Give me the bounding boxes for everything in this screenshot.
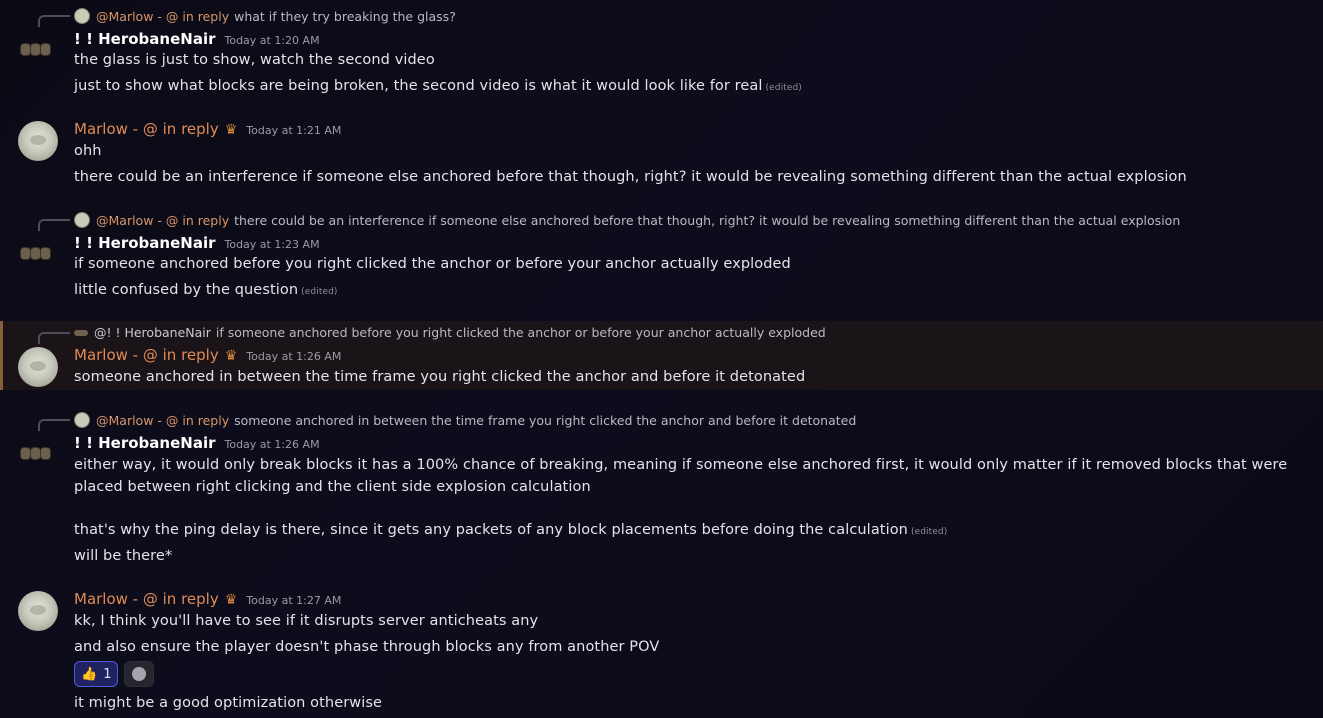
crown-icon: ♛ — [224, 348, 238, 364]
message-text: will be there* — [74, 548, 173, 564]
message-text: the glass is just to show, watch the sec… — [74, 52, 435, 68]
avatar[interactable] — [18, 591, 58, 631]
timestamp: Today at 1:21 AM — [246, 124, 342, 137]
message-text: little confused by the question (edited) — [74, 282, 338, 298]
reply-avatar-icon — [74, 412, 90, 428]
username[interactable]: Marlow - @ in reply — [74, 346, 219, 364]
message-text: kk, I think you'll have to see if it dis… — [74, 613, 539, 629]
avatar-image — [20, 43, 52, 56]
reaction-count: 1 — [103, 666, 112, 682]
avatar[interactable] — [18, 34, 58, 74]
username[interactable]: ! ! HerobaneNair — [74, 30, 215, 48]
message-text: ohh — [74, 143, 102, 159]
add-reaction-button[interactable] — [124, 661, 155, 687]
edited-label: (edited) — [765, 83, 802, 93]
reaction-thumbs-up[interactable]: 👍 1 — [74, 661, 119, 687]
edited-label: (edited) — [910, 527, 948, 537]
edited-label: (edited) — [301, 287, 338, 297]
reply-avatar-icon — [74, 8, 90, 24]
message-author: Marlow - @ in reply ♛ Today at 1:26 AM — [74, 346, 341, 364]
timestamp: Today at 1:23 AM — [224, 238, 320, 251]
smiley-icon — [132, 667, 147, 681]
username[interactable]: ! ! HerobaneNair — [74, 434, 215, 452]
reactions-bar: 👍 1 — [74, 661, 155, 687]
thumbs-up-icon: 👍 — [81, 666, 98, 682]
message-author: ! ! HerobaneNair Today at 1:26 AM — [74, 434, 320, 452]
message-text: it might be a good optimization otherwis… — [74, 695, 383, 711]
avatar[interactable] — [18, 347, 58, 387]
avatar[interactable] — [18, 238, 58, 278]
message-author: Marlow - @ in reply ♛ Today at 1:21 AM — [74, 120, 341, 138]
reply-avatar-icon — [74, 212, 90, 228]
reply-spine — [38, 419, 70, 431]
avatar[interactable] — [18, 121, 58, 161]
message-text: there could be an interference if someon… — [74, 169, 1187, 185]
reply-preview[interactable]: @Marlow - @ in reply there could be an i… — [74, 212, 1180, 228]
crown-icon: ♛ — [224, 122, 238, 138]
reply-avatar-icon — [74, 329, 88, 336]
reply-spine — [38, 332, 70, 344]
avatar-image — [20, 447, 52, 460]
avatar-image — [20, 247, 52, 260]
message-text: that's why the ping delay is there, sinc… — [74, 522, 948, 538]
message-text: either way, it would only break blocks i… — [74, 457, 1288, 495]
message-author: ! ! HerobaneNair Today at 1:20 AM — [74, 30, 320, 48]
message-author: Marlow - @ in reply ♛ Today at 1:27 AM — [74, 590, 341, 608]
timestamp: Today at 1:20 AM — [224, 34, 320, 47]
reply-spine — [38, 219, 70, 231]
message-text: someone anchored in between the time fra… — [74, 369, 806, 385]
username[interactable]: Marlow - @ in reply — [74, 590, 219, 608]
timestamp: Today at 1:26 AM — [224, 438, 320, 451]
timestamp: Today at 1:26 AM — [246, 350, 342, 363]
reply-preview[interactable]: @Marlow - @ in reply what if they try br… — [74, 8, 456, 24]
reply-preview[interactable]: @Marlow - @ in reply someone anchored in… — [74, 412, 856, 428]
reply-spine — [38, 15, 70, 27]
avatar[interactable] — [18, 438, 58, 478]
reply-preview[interactable]: @! ! HerobaneNair if someone anchored be… — [74, 325, 826, 340]
username[interactable]: Marlow - @ in reply — [74, 120, 219, 138]
message-text: and also ensure the player doesn't phase… — [74, 639, 660, 655]
timestamp: Today at 1:27 AM — [246, 594, 342, 607]
crown-icon: ♛ — [224, 592, 238, 608]
message-text: just to show what blocks are being broke… — [74, 78, 802, 94]
username[interactable]: ! ! HerobaneNair — [74, 234, 215, 252]
message-author: ! ! HerobaneNair Today at 1:23 AM — [74, 234, 320, 252]
message-text: if someone anchored before you right cli… — [74, 256, 791, 272]
